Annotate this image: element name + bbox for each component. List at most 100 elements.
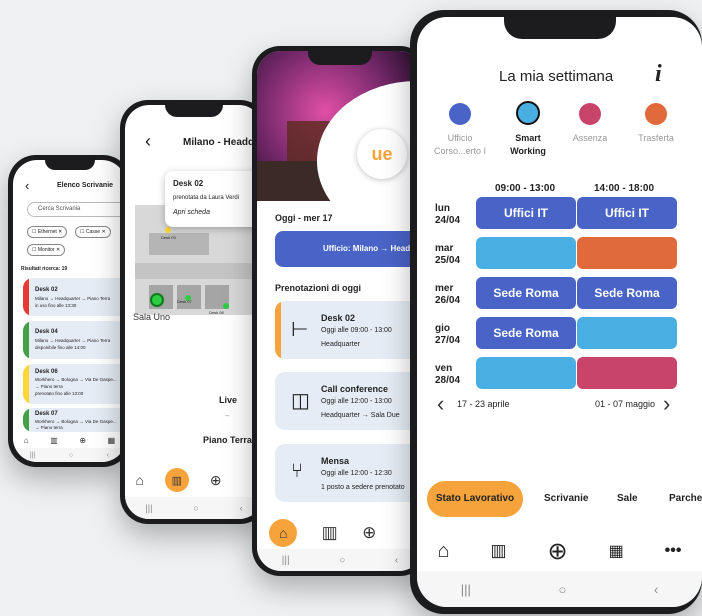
notch [503, 17, 616, 39]
qr-icon[interactable]: ▦ [108, 436, 116, 445]
status-bar [23, 364, 29, 404]
slot-am-cell[interactable]: Uffici IT [476, 197, 576, 229]
home-circle-icon[interactable]: ○ [339, 555, 345, 566]
room-block [149, 233, 209, 255]
add-icon[interactable]: ⊕ [79, 436, 86, 445]
legend-label-2: Working [510, 146, 546, 156]
list-item[interactable]: Desk 06 Workhero → Bologna → Via De Gasp… [23, 364, 126, 404]
day-date: 28/04 [435, 375, 461, 386]
desk-title: Desk 02 [35, 287, 58, 293]
booking-card[interactable]: ◫ Call conference Oggi alle 12:00 - 13:0… [275, 372, 423, 430]
map-icon[interactable]: ▥ [322, 523, 338, 543]
add-icon[interactable]: ⊕ [362, 523, 376, 543]
back-icon[interactable]: ‹ [107, 452, 109, 459]
booking-title: Desk 02 [321, 313, 356, 323]
home-icon[interactable]: ⌂ [437, 540, 449, 563]
booking-time: Oggi alle 12:00 - 13:00 [321, 398, 392, 405]
tab-scrivanie[interactable]: Scrivanie [544, 493, 588, 504]
add-icon[interactable]: ⊕ [210, 472, 222, 489]
chip-monitor[interactable]: ☐ Monitor ✕ [27, 244, 66, 256]
list-item[interactable]: Desk 04 Milano → Headquarter → Piano Ter… [23, 321, 126, 359]
recent-apps-icon[interactable]: ||| [461, 582, 471, 597]
legend-trasferta[interactable]: Trasferta [623, 103, 689, 163]
day-name: lun [435, 203, 450, 214]
chip-casse[interactable]: ☐ Casse ✕ [75, 226, 111, 238]
recent-apps-icon[interactable]: ||| [145, 503, 152, 513]
phone-week: La mia settimana i Ufficio Corso...erto … [410, 10, 702, 614]
back-icon[interactable]: ‹ [240, 503, 243, 513]
info-icon[interactable]: i [655, 61, 662, 88]
corridor [135, 263, 263, 279]
add-icon[interactable]: ⊕ [548, 537, 568, 566]
legend-assenza[interactable]: Assenza [557, 103, 623, 163]
room-label: Sala Uno [133, 312, 171, 322]
home-icon[interactable]: ⌂ [269, 519, 298, 547]
home-icon[interactable]: ⌂ [24, 436, 29, 445]
map-icon[interactable]: ▥ [491, 541, 507, 561]
booking-card[interactable]: ⊢ Desk 02 Oggi alle 09:00 - 13:00 Headqu… [275, 301, 423, 359]
map-icon[interactable]: ▥ [50, 436, 58, 445]
assenza-dot-icon [579, 103, 601, 125]
more-icon[interactable]: ••• [665, 542, 682, 560]
prev-week-arrow-icon[interactable]: ‹ [437, 391, 444, 417]
home-circle-icon[interactable]: ○ [69, 452, 73, 459]
desk-marker-icon[interactable] [223, 303, 229, 309]
home-icon[interactable]: ⌂ [135, 472, 143, 488]
ufficio-dot-icon [449, 103, 471, 125]
legend-label: Smart [515, 133, 541, 143]
slot-am-cell[interactable]: Sede Roma [476, 317, 576, 349]
open-sheet-link[interactable]: Apri scheda [173, 209, 210, 216]
qr-code-icon[interactable]: ▦ [609, 541, 624, 561]
office-label: Ufficio: Milano → Headquarter [323, 244, 423, 253]
day-date: 24/04 [435, 215, 461, 226]
legend-label: Trasferta [638, 133, 674, 143]
list-item[interactable]: Desk 07 Workhero → Bologna → Via De Gasp… [23, 408, 126, 432]
legend-ufficio[interactable]: Ufficio Corso...erto I [427, 103, 493, 163]
back-arrow-icon[interactable]: ‹ [25, 178, 29, 193]
desk-marker-icon[interactable] [150, 293, 164, 307]
next-week-arrow-icon[interactable]: › [663, 391, 670, 417]
slot-am-cell[interactable] [476, 237, 576, 269]
slot-pm-cell[interactable]: Sede Roma [577, 277, 677, 309]
day-name: ven [435, 363, 453, 374]
booking-card[interactable]: ⑂ Mensa Oggi alle 12:00 - 12:30 1 posto … [275, 444, 423, 502]
slot-pm-cell[interactable] [577, 357, 677, 389]
tab-sale[interactable]: Sale [617, 493, 638, 504]
list-item[interactable]: Desk 02 Milano → Headquarter → Piano Ter… [23, 278, 126, 316]
office-banner[interactable]: Ufficio: Milano → Headquarter [275, 231, 423, 267]
slot-pm-cell[interactable] [577, 237, 677, 269]
back-arrow-icon[interactable]: ‹ [145, 131, 151, 152]
home-circle-icon[interactable]: ○ [558, 582, 566, 597]
desk-path: Workhero → Bologna → Via De Gaspe... [35, 419, 117, 424]
recent-apps-icon[interactable]: ||| [30, 452, 35, 459]
tab-parcheggi[interactable]: Parcheggi [669, 493, 702, 504]
desk-status: prenotato fino alle 13:00 [35, 391, 84, 396]
home-circle-icon[interactable]: ○ [193, 503, 198, 513]
tab-stato-lavorativo[interactable]: Stato Lavorativo [427, 481, 523, 517]
day-date: 27/04 [435, 335, 461, 346]
recent-apps-icon[interactable]: ||| [282, 555, 290, 566]
slot-pm-cell[interactable] [577, 317, 677, 349]
search-input[interactable]: Cerca Scrivania [27, 202, 126, 217]
legend-label: Ufficio [447, 133, 473, 143]
chip-ethernet[interactable]: ☐ Ethernet ✕ [27, 226, 68, 238]
desk-marker-icon[interactable] [165, 227, 171, 233]
back-icon[interactable]: ‹ [654, 582, 658, 597]
prev-week-label[interactable]: 17 - 23 aprile [457, 399, 510, 409]
desk-title: Desk 06 [35, 369, 58, 375]
bottom-nav: ⌂ ▥ ⊕ ▦ ••• [417, 533, 702, 569]
map-screen: ‹ Milano - Headquarter Desk 03 Desk 07 D… [125, 105, 263, 519]
back-icon[interactable]: ‹ [395, 555, 398, 566]
desk-popup[interactable]: Desk 02 prenotata da Laura Verdi Apri sc… [165, 171, 263, 227]
booking-place: Headquarter [321, 341, 360, 348]
desk-path-2: → Piano terra [35, 425, 63, 430]
day-date: 26/04 [435, 295, 461, 306]
next-week-label[interactable]: 01 - 07 maggio [595, 399, 655, 409]
slot-am-cell[interactable] [476, 357, 576, 389]
legend-smart-working[interactable]: Smart Working [495, 101, 561, 161]
slot-am-cell[interactable]: Sede Roma [476, 277, 576, 309]
phone-desk-list: ‹ Elenco Scrivanie Cerca Scrivania ☐ Eth… [8, 155, 131, 467]
map-icon[interactable]: ▥ [164, 468, 189, 492]
popup-title: Desk 02 [173, 179, 204, 188]
slot-pm-cell[interactable]: Uffici IT [577, 197, 677, 229]
